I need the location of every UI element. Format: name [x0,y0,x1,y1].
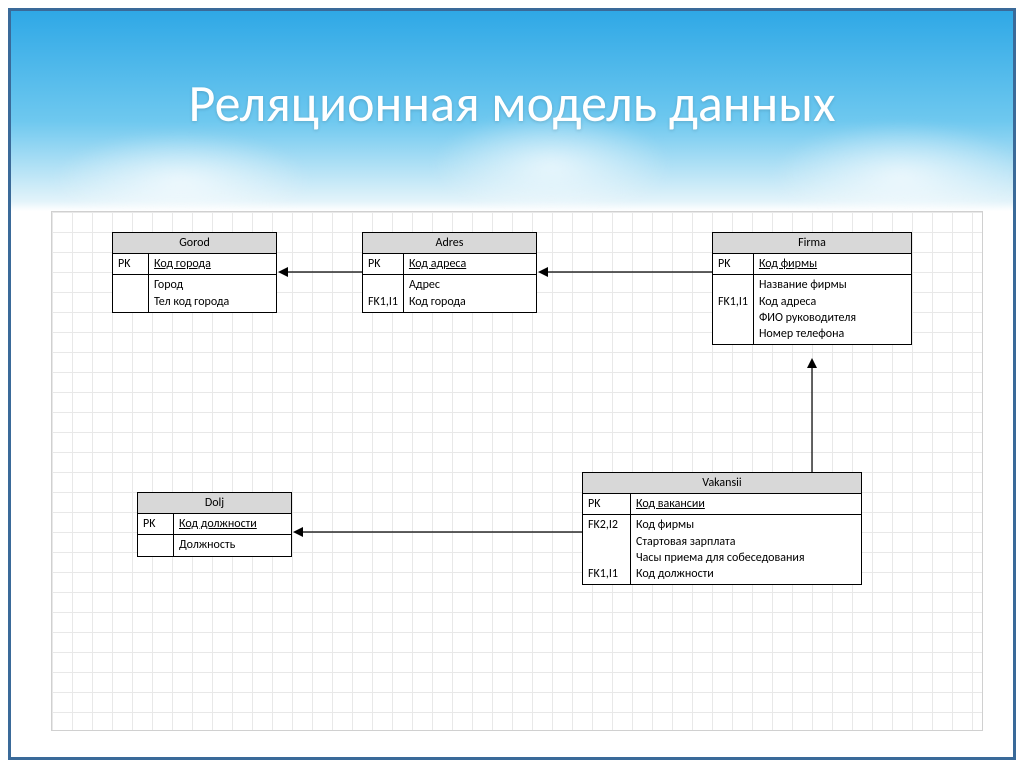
pk-label: PK [138,514,173,534]
key [588,534,625,550]
key [368,277,398,293]
cloud [51,131,311,211]
key [718,277,748,293]
entity-firma: Firma PK FK1,I1 Код фирмы Название фирмы [712,232,912,345]
attr-list: Адрес Код города [404,274,536,311]
attr: Часы приема для собеседования [636,550,856,566]
pk-attr: Код города [149,254,276,274]
key-list: FK1,I1 [363,274,403,311]
pk-attr: Код должности [174,514,291,534]
attr: Стартовая зарплата [636,534,856,550]
slide-title: Реляционная модель данных [11,71,1013,135]
entity-title: Gorod [113,233,276,254]
attr: Должность [179,537,286,553]
key: FK1,I1 [588,566,625,582]
key [588,550,625,566]
key-blank [113,274,148,311]
attr: Код города [409,294,531,310]
pk-attr: Код адреса [404,254,536,274]
attr: ФИО руководителя [759,310,906,326]
attr: Номер телефона [759,326,906,342]
diagram-canvas: Gorod PK Код города Город Тел код города… [51,211,983,731]
pk-label: PK [713,254,753,274]
entity-title: Firma [713,233,911,254]
attr: Адрес [409,277,531,293]
entity-title: Dolj [138,493,291,514]
attr: Тел код города [154,294,271,310]
attr: Код должности [636,566,856,582]
attr-list: Город Тел код города [149,274,276,311]
attr-list: Код фирмы Стартовая зарплата Часы приема… [631,514,861,584]
key-list: FK2,I2 FK1,I1 [583,514,630,584]
entity-title: Adres [363,233,536,254]
key-list: FK1,I1 [713,274,753,344]
pk-attr: Код вакансии [631,494,861,514]
pk-label: PK [363,254,403,274]
pk-attr: Код фирмы [754,254,911,274]
key: FK1,I1 [718,294,748,310]
attr: Название фирмы [759,277,906,293]
key: FK1,I1 [368,294,398,310]
attr: Код фирмы [636,517,856,533]
pk-label: PK [113,254,148,274]
entity-title: Vakansii [583,473,861,494]
attr: Код адреса [759,294,906,310]
entity-gorod: Gorod PK Код города Город Тел код города [112,232,277,313]
entity-dolj: Dolj PK Код должности Должность [137,492,292,557]
attr: Город [154,277,271,293]
entity-adres: Adres PK FK1,I1 Код адреса Адрес Код гор… [362,232,537,313]
key [718,310,748,326]
entity-vakansii: Vakansii PK FK2,I2 FK1,I1 Код вакансии К… [582,472,862,585]
pk-label: PK [583,494,630,514]
attr-list: Должность [174,534,291,555]
slide-frame: Реляционная модель данных Gorod PK Код г… [8,8,1016,760]
key: FK2,I2 [588,517,625,533]
attr-list: Название фирмы Код адреса ФИО руководите… [754,274,911,344]
key [718,326,748,342]
key-blank [138,534,173,555]
